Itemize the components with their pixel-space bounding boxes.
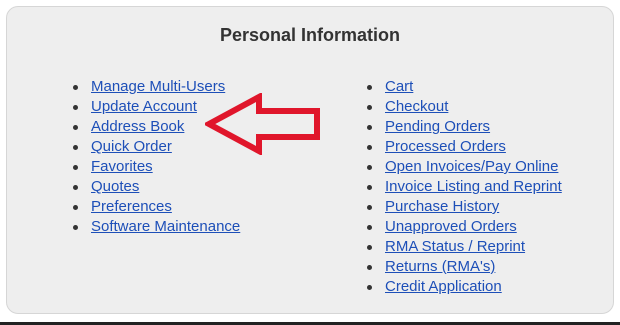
list-item: Open Invoices/Pay Online <box>367 157 562 177</box>
link-preferences[interactable]: Preferences <box>91 198 172 215</box>
list-item: Credit Application <box>367 277 562 297</box>
list-item: RMA Status / Reprint <box>367 237 562 257</box>
link-quick-order[interactable]: Quick Order <box>91 138 172 155</box>
panel-title: Personal Information <box>219 25 401 45</box>
list-item: Returns (RMA's) <box>367 257 562 277</box>
link-invoice-listing[interactable]: Invoice Listing and Reprint <box>385 178 562 195</box>
link-address-book[interactable]: Address Book <box>91 118 184 135</box>
list-item: Invoice Listing and Reprint <box>367 177 562 197</box>
list-item: Preferences <box>73 197 240 217</box>
link-cart[interactable]: Cart <box>385 78 413 95</box>
link-checkout[interactable]: Checkout <box>385 98 448 115</box>
link-software-maintenance[interactable]: Software Maintenance <box>91 218 240 235</box>
list-item: Favorites <box>73 157 240 177</box>
list-item: Unapproved Orders <box>367 217 562 237</box>
link-favorites[interactable]: Favorites <box>91 158 153 175</box>
list-item: Software Maintenance <box>73 217 240 237</box>
list-item: Checkout <box>367 97 562 117</box>
list-item: Purchase History <box>367 197 562 217</box>
link-open-invoices[interactable]: Open Invoices/Pay Online <box>385 158 558 175</box>
link-credit-application[interactable]: Credit Application <box>385 278 502 295</box>
order-links-list: Cart Checkout Pending Orders Processed O… <box>367 77 562 297</box>
link-unapproved-orders[interactable]: Unapproved Orders <box>385 218 517 235</box>
link-returns[interactable]: Returns (RMA's) <box>385 258 495 275</box>
personal-information-panel: Personal Information Manage Multi-Users … <box>6 6 614 314</box>
link-processed-orders[interactable]: Processed Orders <box>385 138 506 155</box>
link-update-account[interactable]: Update Account <box>91 98 197 115</box>
link-purchase-history[interactable]: Purchase History <box>385 198 499 215</box>
link-rma-status[interactable]: RMA Status / Reprint <box>385 238 525 255</box>
list-item: Processed Orders <box>367 137 562 157</box>
link-quotes[interactable]: Quotes <box>91 178 139 195</box>
link-pending-orders[interactable]: Pending Orders <box>385 118 490 135</box>
list-item: Cart <box>367 77 562 97</box>
list-item: Quotes <box>73 177 240 197</box>
list-item: Pending Orders <box>367 117 562 137</box>
left-arrow-icon <box>205 93 320 155</box>
